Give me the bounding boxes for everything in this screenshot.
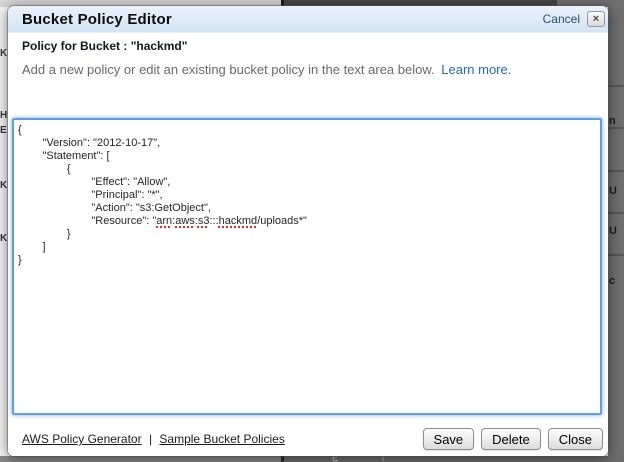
bg-text-fragment: c [609,275,615,287]
aws-policy-generator-link[interactable]: AWS Policy Generator [22,432,142,446]
background-left-strip: K H E K K [0,7,8,456]
bg-text-fragment: U [609,185,617,197]
learn-more-link[interactable]: Learn more. [441,62,511,77]
bg-text-fragment: H [0,110,7,121]
bg-text-fragment: K [0,233,7,244]
bg-text-fragment: E [332,456,338,462]
policy-textarea[interactable]: { "Version": "2012-10-17", "Statement": … [12,118,602,415]
bucket-policy-editor-dialog: Bucket Policy Editor Cancel × Policy for… [8,6,608,456]
background-bottom-strip-right: E l [284,456,624,462]
close-button[interactable]: Close [548,428,603,450]
description-text: Add a new policy or edit an existing buc… [22,62,435,77]
dialog-title: Bucket Policy Editor [22,11,543,28]
sample-bucket-policies-link[interactable]: Sample Bucket Policies [159,432,284,446]
bg-text-fragment: E [0,125,7,136]
close-icon[interactable]: × [587,11,605,27]
policy-for-bucket-label: Policy for Bucket : "hackmd" [22,39,187,53]
bg-text-fragment: U [609,225,617,237]
bg-text-fragment: n [609,115,616,127]
dialog-description: Add a new policy or edit an existing buc… [22,62,511,77]
dialog-footer: AWS Policy Generator | Sample Bucket Pol… [8,422,608,456]
dialog-header: Bucket Policy Editor Cancel × [8,6,608,33]
bg-text-fragment: K [0,180,7,191]
background-bottom-strip-left [0,456,281,462]
footer-links: AWS Policy Generator | Sample Bucket Pol… [22,432,416,446]
save-button[interactable]: Save [423,428,475,450]
link-separator: | [149,432,152,446]
bg-text-fragment: l [382,456,384,462]
background-right-strip: n U U c [608,7,624,456]
bg-text-fragment: K [0,48,7,59]
delete-button[interactable]: Delete [481,428,541,450]
cancel-link[interactable]: Cancel [543,12,580,26]
